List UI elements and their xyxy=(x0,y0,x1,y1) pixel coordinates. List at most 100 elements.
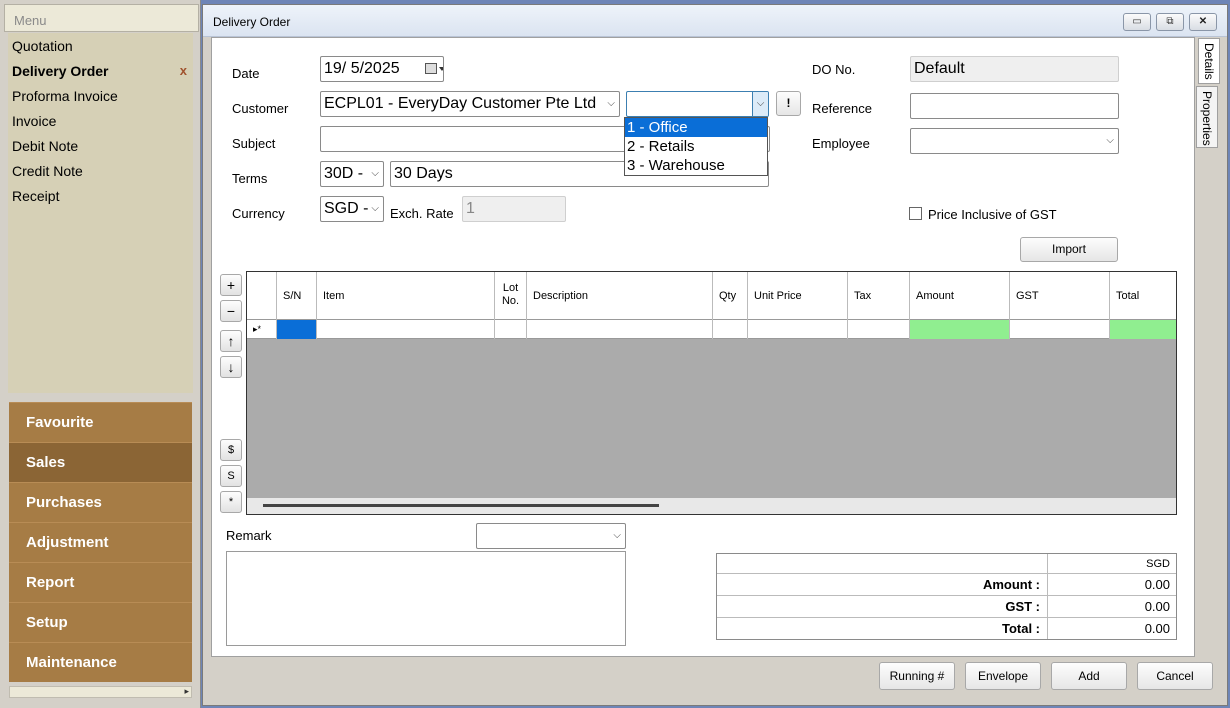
col-item[interactable]: Item xyxy=(316,272,494,320)
grid-scroll-thumb[interactable] xyxy=(263,504,659,507)
alert-button[interactable]: ! xyxy=(776,91,801,116)
do-no-label: DO No. xyxy=(812,62,856,77)
amount-label: Amount : xyxy=(982,577,1040,592)
exch-rate-value: 1 xyxy=(466,200,475,217)
cell-sn[interactable] xyxy=(276,320,316,339)
cell-qty[interactable] xyxy=(712,320,747,339)
totals-gst-row: GST : 0.00 xyxy=(717,596,1176,618)
remark-select[interactable]: ⌵ xyxy=(476,523,626,549)
remove-row-icon[interactable]: − xyxy=(220,300,242,322)
date-picker[interactable]: 19/ 5/2025 xyxy=(320,56,444,82)
col-gst[interactable]: GST xyxy=(1009,272,1109,320)
cell-item[interactable] xyxy=(316,320,494,339)
new-row-marker: ▸* xyxy=(253,324,262,334)
chevron-right-icon[interactable]: ▸ xyxy=(184,686,189,697)
menu-item-receipt[interactable]: Receipt xyxy=(12,185,189,207)
table-row[interactable]: ▸* xyxy=(247,320,1176,339)
import-button[interactable]: Import xyxy=(1020,237,1118,262)
cell-description[interactable] xyxy=(526,320,712,339)
col-tax[interactable]: Tax xyxy=(847,272,909,320)
exch-rate-input[interactable]: 1 xyxy=(462,196,566,222)
totals-currency-row: SGD xyxy=(717,554,1176,574)
menu-item-proforma-invoice[interactable]: Proforma Invoice xyxy=(12,85,189,107)
close-tab-icon[interactable]: x xyxy=(180,60,187,82)
tab-properties-label: Properties xyxy=(1200,91,1214,146)
line-items-grid[interactable]: S/N Item Lot No. Description Qty Unit Pri… xyxy=(246,271,1177,515)
group-sales[interactable]: Sales xyxy=(9,442,192,482)
cell-amount[interactable] xyxy=(909,320,1009,339)
asterisk-icon[interactable]: * xyxy=(220,491,242,513)
terms-code-select[interactable]: 30D - ⌵ xyxy=(320,161,384,187)
price-inclusive-gst-checkbox[interactable] xyxy=(909,207,922,220)
customer-select[interactable]: ECPL01 - EveryDay Customer Pte Ltd ⌵ xyxy=(320,91,620,117)
tab-properties[interactable]: Properties xyxy=(1196,86,1218,148)
menu-item-credit-note[interactable]: Credit Note xyxy=(12,160,189,182)
address-option-warehouse[interactable]: 3 - Warehouse xyxy=(625,156,767,175)
group-favourite[interactable]: Favourite xyxy=(9,402,192,442)
add-button[interactable]: Add xyxy=(1051,662,1127,690)
group-report[interactable]: Report xyxy=(9,562,192,602)
group-adjustment[interactable]: Adjustment xyxy=(9,522,192,562)
menu-scrollbar[interactable]: ▸ xyxy=(9,686,192,698)
reference-input[interactable] xyxy=(910,93,1119,119)
minimize-icon[interactable]: ▭ xyxy=(1123,13,1151,31)
employee-select[interactable]: ⌵ xyxy=(910,128,1119,154)
menu-item-quotation[interactable]: Quotation xyxy=(12,35,189,57)
menu-splitter[interactable] xyxy=(8,394,193,400)
tab-details-label: Details xyxy=(1202,43,1216,80)
menu-item-label: Debit Note xyxy=(12,138,79,154)
arrow-up-icon[interactable]: ↑ xyxy=(220,330,242,352)
do-no-field[interactable]: Default xyxy=(910,56,1119,82)
col-lot-no-line1: Lot xyxy=(502,282,519,294)
group-purchases[interactable]: Purchases xyxy=(9,482,192,522)
menu-item-label: Invoice xyxy=(12,113,57,129)
address-select[interactable]: ⌵ xyxy=(626,91,769,117)
add-row-icon[interactable]: + xyxy=(220,274,242,296)
employee-label: Employee xyxy=(812,136,870,151)
address-option-office[interactable]: 1 - Office xyxy=(625,118,767,137)
menu-item-invoice[interactable]: Invoice xyxy=(12,110,189,132)
totals-total-row: Total : 0.00 xyxy=(717,618,1176,639)
cell-gst[interactable] xyxy=(1009,320,1109,339)
running-number-button[interactable]: Running # xyxy=(879,662,955,690)
terms-label: Terms xyxy=(232,171,268,186)
arrow-down-icon[interactable]: ↓ xyxy=(220,356,242,378)
remark-textarea[interactable] xyxy=(226,551,626,646)
col-unit-price[interactable]: Unit Price xyxy=(747,272,847,320)
close-icon[interactable]: ✕ xyxy=(1189,13,1217,31)
remark-label: Remark xyxy=(226,528,272,543)
restore-icon[interactable]: ⧉ xyxy=(1156,13,1184,31)
chevron-down-icon: ⌵ xyxy=(371,168,379,179)
subject-label: Subject xyxy=(232,136,276,151)
cell-total[interactable] xyxy=(1109,320,1176,339)
cancel-button[interactable]: Cancel xyxy=(1137,662,1213,690)
col-sn[interactable]: S/N xyxy=(276,272,316,320)
currency-select[interactable]: SGD - ⌵ xyxy=(320,196,384,222)
totals-currency: SGD xyxy=(1047,554,1176,574)
calendar-icon[interactable] xyxy=(425,63,443,74)
cell-unit-price[interactable] xyxy=(747,320,847,339)
envelope-button[interactable]: Envelope xyxy=(965,662,1041,690)
chevron-down-icon: ⌵ xyxy=(607,98,615,109)
menu-item-debit-note[interactable]: Debit Note xyxy=(12,135,189,157)
form-body: Date 19/ 5/2025 Customer ECPL01 - EveryD… xyxy=(211,37,1220,657)
col-description[interactable]: Description xyxy=(526,272,712,320)
delivery-order-window: Delivery Order ▭ ⧉ ✕ Date 19/ 5/2025 Cus… xyxy=(202,4,1228,706)
cell-tax[interactable] xyxy=(847,320,909,339)
cell-lot-no[interactable] xyxy=(494,320,526,339)
gst-value: 0.00 xyxy=(1047,596,1176,618)
total-label: Total : xyxy=(1001,621,1040,636)
dollar-icon[interactable]: $ xyxy=(220,439,242,461)
col-qty[interactable]: Qty xyxy=(712,272,747,320)
col-amount[interactable]: Amount xyxy=(909,272,1009,320)
address-option-retails[interactable]: 2 - Retails xyxy=(625,137,767,156)
tab-details[interactable]: Details xyxy=(1198,38,1220,84)
menu-item-delivery-order[interactable]: Delivery Order x xyxy=(12,60,189,82)
group-setup[interactable]: Setup xyxy=(9,602,192,642)
group-maintenance[interactable]: Maintenance xyxy=(9,642,192,682)
col-total[interactable]: Total xyxy=(1109,272,1176,320)
s-icon[interactable]: S xyxy=(220,465,242,487)
chevron-down-icon[interactable]: ⌵ xyxy=(752,92,768,116)
price-inclusive-gst-label: Price Inclusive of GST xyxy=(928,207,1057,222)
col-lot-no[interactable]: Lot No. xyxy=(494,272,526,320)
